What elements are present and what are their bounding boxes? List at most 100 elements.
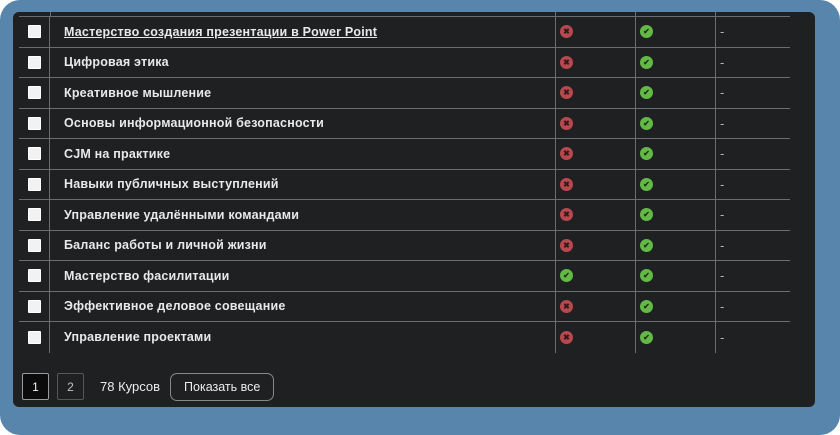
course-name-link[interactable]: Основы информационной безопасности <box>64 116 324 130</box>
column-divider-stub <box>635 12 636 17</box>
extra-cell-value: - <box>720 330 724 345</box>
fail-cross-icon: ✖ <box>560 331 573 344</box>
status2-cell: ✔ <box>635 170 715 200</box>
fail-cross-icon: ✖ <box>560 178 573 191</box>
window-frame: Мастерство создания презентации в Power … <box>0 0 840 435</box>
course-name-cell: Управление удалёнными командами <box>50 200 555 230</box>
extra-cell: - <box>715 322 790 353</box>
extra-cell: - <box>715 261 790 291</box>
extra-cell-value: - <box>720 207 724 222</box>
row-checkbox[interactable] <box>28 25 41 38</box>
pass-check-icon: ✔ <box>640 86 653 99</box>
status1-cell: ✖ <box>555 48 635 78</box>
course-name-link[interactable]: Мастерство создания презентации в Power … <box>64 25 377 39</box>
course-name-link[interactable]: Креативное мышление <box>64 86 211 100</box>
table-row: Навыки публичных выступлений ✖ ✔ - <box>19 170 790 201</box>
status2-cell: ✔ <box>635 292 715 322</box>
column-divider-stub <box>50 12 51 17</box>
table-row: Мастерство создания презентации в Power … <box>19 17 790 48</box>
status1-cell: ✖ <box>555 109 635 139</box>
fail-cross-icon: ✖ <box>560 208 573 221</box>
extra-cell: - <box>715 78 790 108</box>
pass-check-icon: ✔ <box>640 56 653 69</box>
pass-check-icon: ✔ <box>560 269 573 282</box>
pass-check-icon: ✔ <box>640 239 653 252</box>
status2-cell: ✔ <box>635 48 715 78</box>
table-row: Управление удалёнными командами ✖ ✔ - <box>19 200 790 231</box>
extra-cell: - <box>715 231 790 261</box>
course-name-link[interactable]: Эффективное деловое совещание <box>64 299 286 313</box>
course-name-link[interactable]: Управление проектами <box>64 330 211 344</box>
extra-cell: - <box>715 48 790 78</box>
fail-cross-icon: ✖ <box>560 56 573 69</box>
pass-check-icon: ✔ <box>640 178 653 191</box>
course-name-cell: Цифровая этика <box>50 48 555 78</box>
extra-cell: - <box>715 292 790 322</box>
course-name-link[interactable]: Баланс работы и личной жизни <box>64 238 267 252</box>
fail-cross-icon: ✖ <box>560 239 573 252</box>
table-row: Цифровая этика ✖ ✔ - <box>19 48 790 79</box>
course-name-link[interactable]: Навыки публичных выступлений <box>64 177 279 191</box>
status1-cell: ✖ <box>555 231 635 261</box>
column-divider-stub <box>715 12 716 17</box>
pass-check-icon: ✔ <box>640 331 653 344</box>
checkbox-cell <box>19 292 50 322</box>
row-checkbox[interactable] <box>28 239 41 252</box>
extra-cell: - <box>715 200 790 230</box>
pass-check-icon: ✔ <box>640 300 653 313</box>
row-checkbox[interactable] <box>28 269 41 282</box>
checkbox-cell <box>19 200 50 230</box>
table-row: Креативное мышление ✖ ✔ - <box>19 78 790 109</box>
checkbox-cell <box>19 139 50 169</box>
status1-cell: ✖ <box>555 170 635 200</box>
content-panel: Мастерство создания презентации в Power … <box>13 12 815 407</box>
extra-cell-value: - <box>720 24 724 39</box>
pass-check-icon: ✔ <box>640 147 653 160</box>
table-row: Эффективное деловое совещание ✖ ✔ - <box>19 292 790 323</box>
status2-cell: ✔ <box>635 322 715 353</box>
table-row: CJM на практике ✖ ✔ - <box>19 139 790 170</box>
course-count-label: 78 Курсов <box>100 379 160 394</box>
course-name-link[interactable]: CJM на практике <box>64 147 170 161</box>
status1-cell: ✖ <box>555 200 635 230</box>
table-row: Основы информационной безопасности ✖ ✔ - <box>19 109 790 140</box>
checkbox-cell <box>19 78 50 108</box>
row-checkbox[interactable] <box>28 178 41 191</box>
row-checkbox[interactable] <box>28 56 41 69</box>
course-name-link[interactable]: Управление удалёнными командами <box>64 208 299 222</box>
checkbox-cell <box>19 322 50 353</box>
page-button-2[interactable]: 2 <box>57 373 84 400</box>
row-checkbox[interactable] <box>28 147 41 160</box>
show-all-button[interactable]: Показать все <box>170 373 274 401</box>
row-checkbox[interactable] <box>28 300 41 313</box>
checkbox-cell <box>19 170 50 200</box>
row-checkbox[interactable] <box>28 117 41 130</box>
status1-cell: ✖ <box>555 17 635 47</box>
status2-cell: ✔ <box>635 78 715 108</box>
course-name-cell: Управление проектами <box>50 322 555 353</box>
course-name-link[interactable]: Мастерство фасилитации <box>64 269 230 283</box>
checkbox-cell <box>19 17 50 47</box>
course-name-cell: Баланс работы и личной жизни <box>50 231 555 261</box>
status1-cell: ✖ <box>555 78 635 108</box>
fail-cross-icon: ✖ <box>560 86 573 99</box>
course-name-cell: Мастерство создания презентации в Power … <box>50 17 555 47</box>
extra-cell-value: - <box>720 146 724 161</box>
row-checkbox[interactable] <box>28 331 41 344</box>
pagination: 1 2 78 Курсов Показать все <box>22 373 815 401</box>
row-checkbox[interactable] <box>28 208 41 221</box>
status2-cell: ✔ <box>635 231 715 261</box>
checkbox-cell <box>19 109 50 139</box>
extra-cell: - <box>715 139 790 169</box>
row-checkbox[interactable] <box>28 86 41 99</box>
extra-cell-value: - <box>720 268 724 283</box>
status2-cell: ✔ <box>635 17 715 47</box>
status2-cell: ✔ <box>635 200 715 230</box>
fail-cross-icon: ✖ <box>560 300 573 313</box>
extra-cell: - <box>715 17 790 47</box>
course-name-cell: CJM на практике <box>50 139 555 169</box>
extra-cell-value: - <box>720 177 724 192</box>
page-button-1[interactable]: 1 <box>22 373 49 400</box>
course-name-link[interactable]: Цифровая этика <box>64 55 169 69</box>
table-row: Баланс работы и личной жизни ✖ ✔ - <box>19 231 790 262</box>
